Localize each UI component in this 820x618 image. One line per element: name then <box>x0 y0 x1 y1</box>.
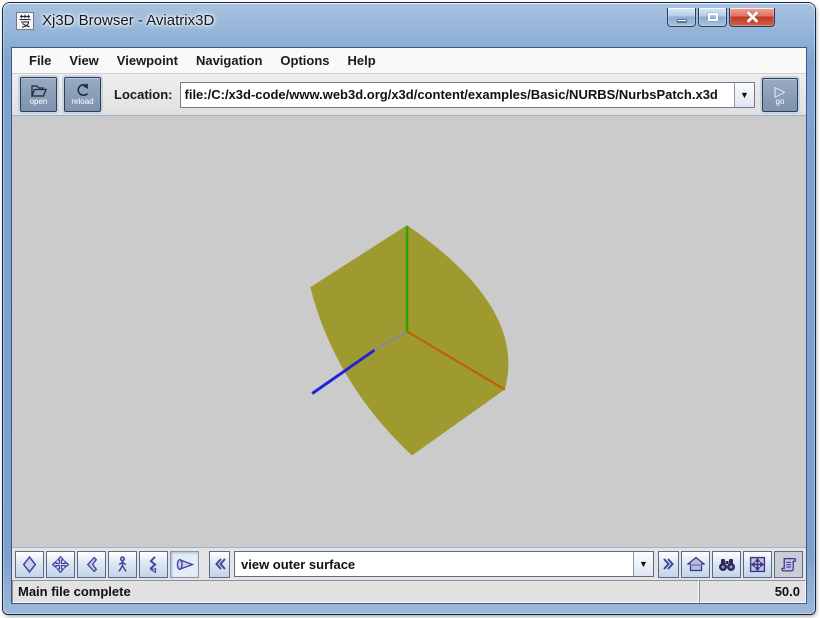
location-dropdown-button[interactable]: ▼ <box>734 83 754 107</box>
chevron-right-icon <box>662 557 676 571</box>
status-bar: Main file complete 50.0 <box>12 580 806 603</box>
open-button-label: open <box>30 98 48 106</box>
menu-view[interactable]: View <box>60 50 107 71</box>
close-button[interactable] <box>729 8 775 27</box>
go-button-label: go <box>776 98 785 106</box>
find-look-at-button[interactable] <box>712 551 741 578</box>
viewpoint-combo[interactable]: view outer surface ▼ <box>234 551 654 577</box>
minimize-button[interactable] <box>667 8 696 27</box>
fly-mode-button[interactable] <box>15 551 44 578</box>
menu-options[interactable]: Options <box>271 50 338 71</box>
location-label: Location: <box>114 87 173 102</box>
go-button[interactable]: ▷ go <box>762 78 798 112</box>
home-icon <box>687 556 705 572</box>
next-viewpoint-button[interactable] <box>658 551 679 578</box>
location-input[interactable] <box>181 83 735 107</box>
open-folder-icon <box>30 83 48 98</box>
reload-button-label: reload <box>71 98 93 106</box>
examine-mode-button[interactable] <box>77 551 106 578</box>
navigation-toolbar: view outer surface ▼ <box>12 547 806 580</box>
home-viewpoint-button[interactable] <box>681 551 710 578</box>
console-scroll-icon <box>780 556 798 573</box>
examine-icon <box>83 556 100 573</box>
viewpoint-dropdown-button[interactable]: ▼ <box>633 552 653 576</box>
menu-bar: File View Viewpoint Navigation Options H… <box>12 48 806 74</box>
window-controls <box>665 8 775 27</box>
fit-world-icon <box>749 556 766 573</box>
location-combo: ▼ <box>180 82 756 108</box>
titlebar[interactable]: Xj3D Browser - Aviatrix3D <box>3 3 815 47</box>
frame-rate-value: 50.0 <box>699 580 806 603</box>
location-toolbar: open reload Location: ▼ ▷ g <box>12 74 806 116</box>
binoculars-icon <box>718 557 736 572</box>
look-at-mode-button[interactable] <box>170 551 199 578</box>
maximize-button[interactable] <box>698 8 727 27</box>
kanji-app-icon <box>18 14 32 28</box>
menu-help[interactable]: Help <box>339 50 385 71</box>
3d-viewport[interactable] <box>12 116 806 547</box>
look-at-eye-icon <box>175 556 194 573</box>
walk-mode-button[interactable] <box>108 551 137 578</box>
fit-world-button[interactable] <box>743 551 772 578</box>
app-window: Xj3D Browser - Aviatrix3D File View View… <box>3 3 815 614</box>
console-button[interactable] <box>774 551 803 578</box>
go-icon: ▷ <box>775 84 786 98</box>
status-message: Main file complete <box>12 580 699 603</box>
nurbs-patch-scene <box>12 116 806 547</box>
walk-icon <box>114 556 131 573</box>
chevron-left-icon <box>213 557 227 571</box>
reload-icon <box>75 83 91 98</box>
window-title: Xj3D Browser - Aviatrix3D <box>42 12 214 29</box>
previous-viewpoint-button[interactable] <box>209 551 230 578</box>
client-area: File View Viewpoint Navigation Options H… <box>11 47 807 604</box>
chevron-down-icon: ▼ <box>740 90 749 100</box>
viewpoint-selected-value: view outer surface <box>235 552 633 576</box>
reload-button[interactable]: reload <box>64 77 101 112</box>
pan-mode-button[interactable] <box>46 551 75 578</box>
menu-file[interactable]: File <box>20 50 60 71</box>
chevron-down-icon: ▼ <box>639 559 648 569</box>
close-icon <box>746 11 758 23</box>
nurbs-patch-surface <box>310 225 508 455</box>
menu-navigation[interactable]: Navigation <box>187 50 271 71</box>
app-icon <box>16 12 34 30</box>
minimize-icon <box>677 19 687 22</box>
fly-icon <box>21 556 38 573</box>
tilt-mode-button[interactable] <box>139 551 168 578</box>
maximize-icon <box>708 13 718 21</box>
pan-icon <box>52 556 69 573</box>
tilt-icon <box>145 556 162 573</box>
menu-viewpoint[interactable]: Viewpoint <box>108 50 187 71</box>
open-button[interactable]: open <box>20 77 57 112</box>
